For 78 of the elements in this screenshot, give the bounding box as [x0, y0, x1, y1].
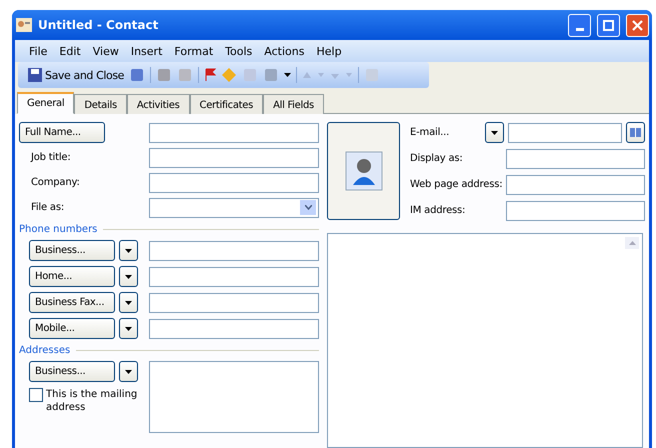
up-arrow-icon[interactable]: [302, 70, 312, 80]
down-arrow-icon[interactable]: [345, 71, 354, 79]
email-label[interactable]: E-mail...: [410, 127, 450, 138]
down-arrow-icon[interactable]: [317, 71, 326, 79]
input-field[interactable]: [506, 200, 645, 220]
dropdown-button[interactable]: [485, 122, 504, 143]
input-field[interactable]: [506, 174, 645, 194]
caret-icon: [284, 73, 292, 77]
notes-field[interactable]: [327, 233, 643, 448]
caret-icon: [125, 370, 132, 374]
book-icon: [630, 128, 641, 137]
minimize-icon: [576, 28, 584, 30]
up-arrow-icon: [628, 241, 636, 245]
input-field[interactable]: [506, 148, 645, 168]
flag-icon[interactable]: [204, 68, 216, 82]
maximize-button[interactable]: [597, 14, 620, 36]
checkbox-label: This is the mailing address: [46, 388, 138, 414]
tab[interactable]: Activities: [126, 94, 190, 114]
dropdown-button[interactable]: [119, 361, 138, 382]
input-field[interactable]: [149, 122, 319, 142]
tab[interactable]: All Fields: [263, 94, 324, 114]
menu-item[interactable]: File: [25, 44, 52, 58]
chevron-down-icon: [304, 205, 312, 210]
tab[interactable]: Certificates: [190, 94, 264, 114]
input-field[interactable]: [149, 266, 319, 286]
caret-icon: [125, 248, 132, 252]
dropdown-button[interactable]: [119, 240, 138, 261]
caret-icon: [125, 326, 132, 330]
input-field[interactable]: [149, 240, 319, 260]
tab[interactable]: Details: [74, 94, 127, 114]
dropdown-field[interactable]: [149, 198, 319, 218]
input-field[interactable]: [508, 122, 622, 142]
field-label: Job title:: [30, 152, 71, 163]
input-field[interactable]: [149, 172, 319, 192]
field-label: File as:: [30, 202, 64, 213]
minimize-button[interactable]: [568, 14, 591, 36]
dropdown-button[interactable]: [119, 266, 138, 287]
section-title: Phone numbers: [19, 224, 98, 234]
phone-type-button[interactable]: Mobile...: [29, 318, 115, 339]
field-label: Web page address:: [410, 179, 502, 190]
field-label: Display as:: [410, 153, 463, 164]
window-title: Untitled - Contact: [38, 18, 160, 32]
close-button[interactable]: [626, 14, 649, 36]
input-field[interactable]: [149, 148, 319, 168]
address-type-button[interactable]: Business...: [29, 361, 115, 382]
field-label: IM address:: [410, 205, 466, 216]
field-label: Company:: [30, 177, 80, 188]
person-icon: [344, 151, 382, 191]
menu-item[interactable]: Edit: [55, 44, 85, 58]
menu-item[interactable]: Format: [170, 44, 218, 58]
caret-icon: [491, 130, 498, 134]
address-field[interactable]: [149, 361, 319, 433]
section-title: Addresses: [19, 344, 70, 356]
phone-type-button[interactable]: Home...: [29, 266, 115, 287]
diamond-icon[interactable]: [221, 67, 238, 83]
address-book-button[interactable]: [626, 122, 645, 143]
tab[interactable]: General: [17, 92, 74, 114]
close-icon: [632, 20, 643, 30]
dropdown-button[interactable]: [119, 318, 138, 339]
save-and-close-button[interactable]: Save and Close: [28, 68, 124, 82]
contact-card-icon: [16, 18, 32, 32]
menu-item[interactable]: Tools: [221, 44, 256, 58]
menu-item[interactable]: Actions: [260, 44, 308, 58]
input-field[interactable]: [149, 292, 319, 312]
phone-type-button[interactable]: Business...: [29, 240, 115, 261]
dropdown-button[interactable]: [119, 292, 138, 313]
menu-item[interactable]: Help: [312, 44, 346, 58]
input-field[interactable]: [149, 318, 319, 338]
menu-item[interactable]: View: [88, 44, 123, 58]
phone-type-button[interactable]: Business Fax...: [29, 292, 115, 313]
menu-item[interactable]: Insert: [126, 44, 166, 58]
caret-icon: [125, 274, 132, 278]
scroll-up-button[interactable]: [625, 237, 639, 249]
caret-icon: [125, 300, 132, 304]
full-name-button[interactable]: Full Name...: [19, 122, 105, 143]
contact-picture-button[interactable]: [327, 122, 400, 220]
maximize-icon: [603, 20, 614, 30]
checkbox[interactable]: [29, 388, 43, 402]
